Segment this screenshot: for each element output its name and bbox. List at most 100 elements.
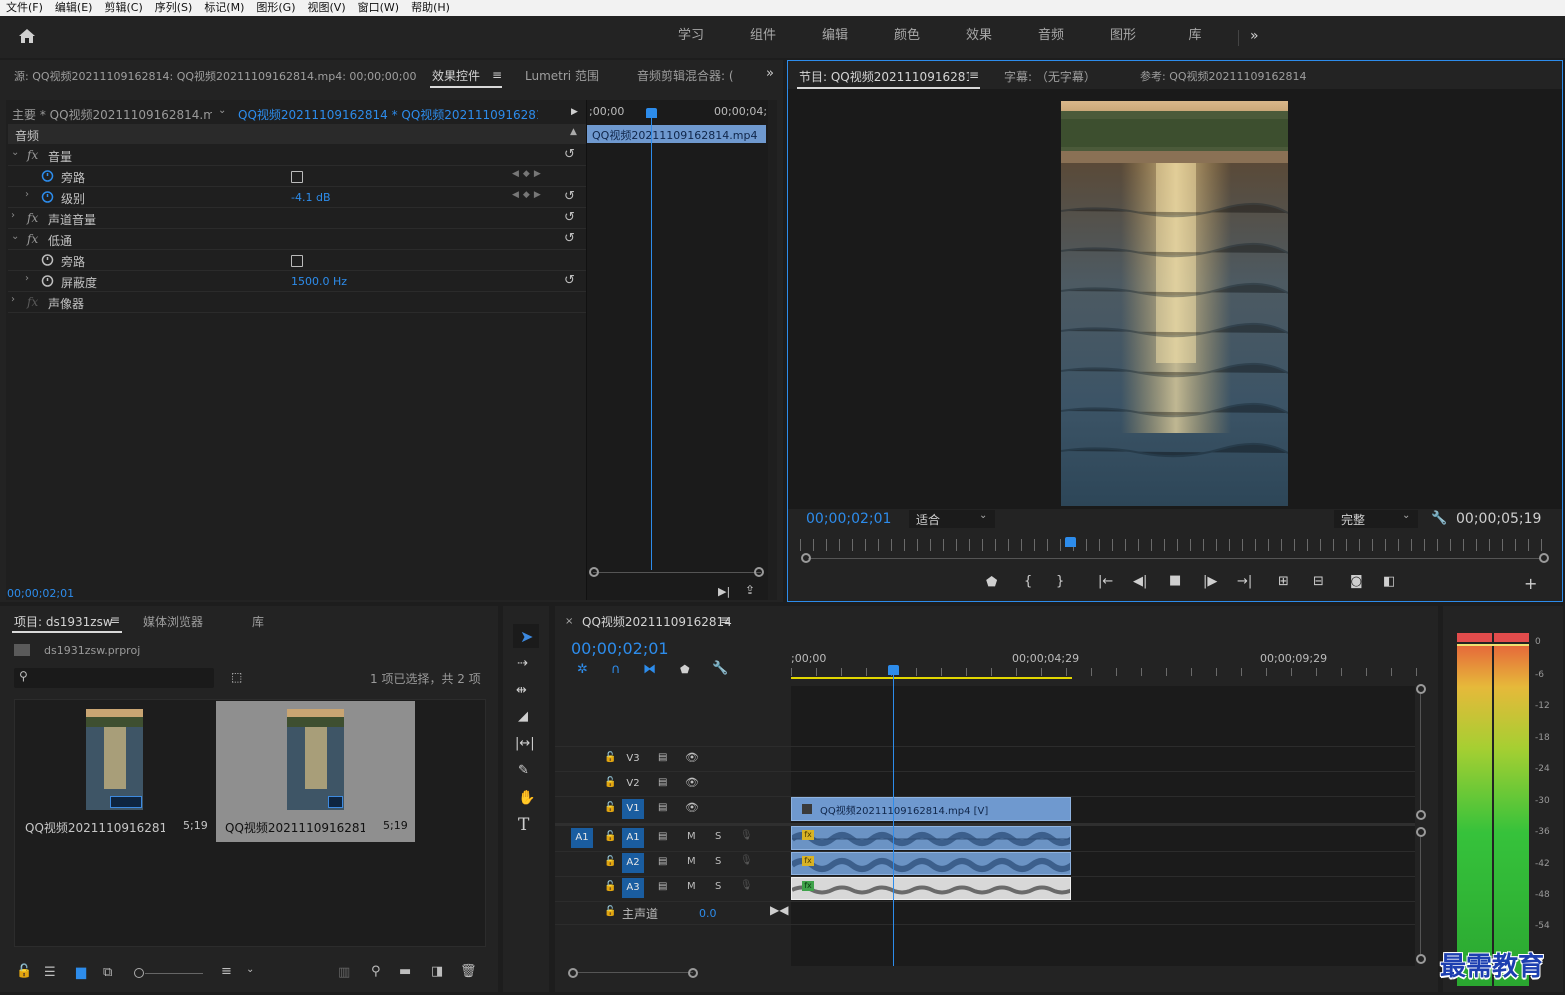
mute-button[interactable]: M <box>687 881 696 892</box>
track-lock-icon[interactable]: 🔓 <box>604 856 616 867</box>
menu-window[interactable]: 窗口(W) <box>352 0 405 16</box>
mini-scroll-handle-right[interactable] <box>754 567 764 577</box>
track-label-a2[interactable]: A2 <box>622 853 644 873</box>
play-triangle-icon[interactable]: ▶ <box>571 107 578 117</box>
stopwatch-icon[interactable] <box>41 274 54 287</box>
mark-in-icon[interactable]: { <box>1024 574 1032 589</box>
video-frame[interactable] <box>1061 101 1288 506</box>
track-lock-icon[interactable]: 🔓 <box>604 802 616 813</box>
timeline-playhead-line[interactable] <box>893 666 894 966</box>
workspace-assembly[interactable]: 组件 <box>727 16 799 58</box>
effect-controls-time[interactable]: 00;00;02;01 <box>7 587 74 600</box>
project-item-thumbnail[interactable] <box>86 709 143 810</box>
chevron-down-icon[interactable]: ⌄ <box>11 147 19 158</box>
source-patch-a1[interactable]: A1 <box>571 828 593 848</box>
menu-marker[interactable]: 标记(M) <box>198 0 250 16</box>
reset-icon[interactable]: ↺ <box>564 273 575 288</box>
sort-icon[interactable]: ≡ <box>221 964 232 979</box>
chevron-down-icon[interactable]: ⌄ <box>1402 510 1410 521</box>
program-zoom-handle-right[interactable] <box>1539 553 1549 563</box>
chevron-down-icon[interactable]: ⌄ <box>11 231 19 242</box>
stopwatch-icon[interactable] <box>41 253 54 266</box>
razor-tool-icon[interactable]: ◢ <box>518 709 528 724</box>
zoom-slider[interactable] <box>145 973 203 974</box>
lock-icon[interactable]: 🔓 <box>16 964 32 979</box>
panel-menu-icon[interactable]: ≡ <box>492 68 502 82</box>
mute-button[interactable]: M <box>687 831 696 842</box>
tab-effect-controls[interactable]: 效果控件 <box>432 67 480 84</box>
effect-row-lowpass-bypass[interactable]: 旁路 <box>8 250 586 271</box>
solo-button[interactable]: S <box>715 881 721 892</box>
track-label-v3[interactable]: V3 <box>622 749 644 769</box>
timeline-playhead-handle[interactable] <box>888 665 899 675</box>
effect-row-volume[interactable]: ⌄ fx 音量 ↺ <box>8 145 586 166</box>
extract-icon[interactable]: ⊟ <box>1313 574 1324 589</box>
chevron-right-icon[interactable]: › <box>11 294 15 305</box>
insert-nest-icon[interactable]: ✲ <box>577 662 588 677</box>
microphone-icon[interactable]: 🎙 <box>740 830 753 841</box>
fx-icon[interactable]: fx <box>27 295 38 309</box>
track-lock-icon[interactable]: 🔓 <box>604 752 616 763</box>
mark-out-icon[interactable]: } <box>1056 574 1064 589</box>
workspace-libraries[interactable]: 库 <box>1159 16 1231 58</box>
workspace-graphics[interactable]: 图形 <box>1087 16 1159 58</box>
menu-graphics[interactable]: 图形(G) <box>250 0 301 16</box>
go-to-out-icon[interactable]: →| <box>1237 574 1252 589</box>
panel-menu-icon[interactable]: ≡ <box>720 613 730 627</box>
mini-timeline-clip[interactable]: QQ视频20211109162814.mp4 <box>587 125 766 143</box>
camera-icon[interactable]: ◙ <box>1350 574 1363 589</box>
add-marker-icon[interactable]: ⬟ <box>986 575 997 590</box>
find-bin-icon[interactable]: ⬚ <box>231 670 242 684</box>
home-icon[interactable] <box>18 28 36 44</box>
tab-media-browser[interactable]: 媒体浏览器 <box>143 613 203 630</box>
add-button-icon[interactable]: + <box>1524 574 1537 593</box>
effect-row-bypass[interactable]: 旁路 ◀◆▶ <box>8 166 586 187</box>
add-marker-icon[interactable]: ⬟ <box>680 663 690 676</box>
video-scroll-handle-top[interactable] <box>1416 684 1426 694</box>
track-lock-icon[interactable]: 🔓 <box>604 881 616 892</box>
hand-tool-icon[interactable]: ✋ <box>518 790 535 806</box>
export-icon[interactable]: ⇪ <box>745 583 755 597</box>
audio-scrollbar[interactable] <box>1420 837 1421 954</box>
wrench-icon[interactable]: 🔧 <box>712 661 728 676</box>
effect-row-cutoff[interactable]: › 屏蔽度 1500.0 Hz ↺ <box>8 271 586 292</box>
audio-clip-a3[interactable]: fx <box>791 877 1071 900</box>
level-number[interactable]: -4.1 <box>291 191 312 204</box>
reset-icon[interactable]: ↺ <box>564 189 575 204</box>
mini-playhead-handle[interactable] <box>646 108 657 118</box>
slip-tool-icon[interactable]: |↔| <box>515 736 535 751</box>
effect-row-level[interactable]: › 级别 -4.1 dB ◀◆▶ ↺ <box>8 187 586 208</box>
effect-row-panner[interactable]: › fx 声像器 <box>8 292 586 313</box>
master-clip-label[interactable]: 主要 * QQ视频20211109162814.mp4 <box>12 106 212 123</box>
stopwatch-icon[interactable] <box>41 169 54 182</box>
sync-lock-icon[interactable]: ▤ <box>658 802 667 813</box>
track-lock-icon[interactable]: 🔓 <box>604 906 616 917</box>
trash-icon[interactable]: 🗑 <box>460 964 477 979</box>
workspace-editing[interactable]: 编辑 <box>799 16 871 58</box>
stop-icon[interactable]: ■ <box>1169 573 1181 588</box>
video-scroll-handle-bottom[interactable] <box>1416 810 1426 820</box>
timeline-zoom-bar[interactable] <box>577 972 693 973</box>
menu-edit[interactable]: 编辑(E) <box>49 0 99 16</box>
track-lock-icon[interactable]: 🔓 <box>604 777 616 788</box>
selection-tool-icon[interactable]: ➤ <box>520 627 533 646</box>
chevron-down-icon[interactable]: ⌄ <box>979 510 987 521</box>
fx-icon[interactable]: fx <box>27 232 38 246</box>
pen-tool-icon[interactable]: ✎ <box>518 763 529 778</box>
master-track-value[interactable]: 0.0 <box>699 907 717 920</box>
video-scrollbar[interactable] <box>1420 694 1421 810</box>
tab-program[interactable]: 节目: QQ视频20211109162814 <box>799 68 969 85</box>
menu-sequence[interactable]: 序列(S) <box>149 0 199 16</box>
go-to-end-icon[interactable]: ▶◀ <box>770 903 788 917</box>
audio-clip-a2[interactable]: fx <box>791 852 1071 875</box>
wrench-icon[interactable]: 🔧 <box>1431 511 1447 526</box>
solo-button[interactable]: S <box>715 831 721 842</box>
mini-playhead[interactable] <box>651 108 652 570</box>
snap-magnet-icon[interactable]: ∩ <box>611 662 621 677</box>
list-view-icon[interactable]: ☰ <box>44 965 56 980</box>
sync-lock-icon[interactable]: ▤ <box>658 752 667 763</box>
effect-row-channel-volume[interactable]: › fx 声道音量 ↺ <box>8 208 586 229</box>
track-label-v2[interactable]: V2 <box>622 774 644 794</box>
work-area-bar[interactable] <box>791 677 1072 679</box>
keyframe-nav-icon[interactable]: ◀◆▶ <box>512 169 545 179</box>
